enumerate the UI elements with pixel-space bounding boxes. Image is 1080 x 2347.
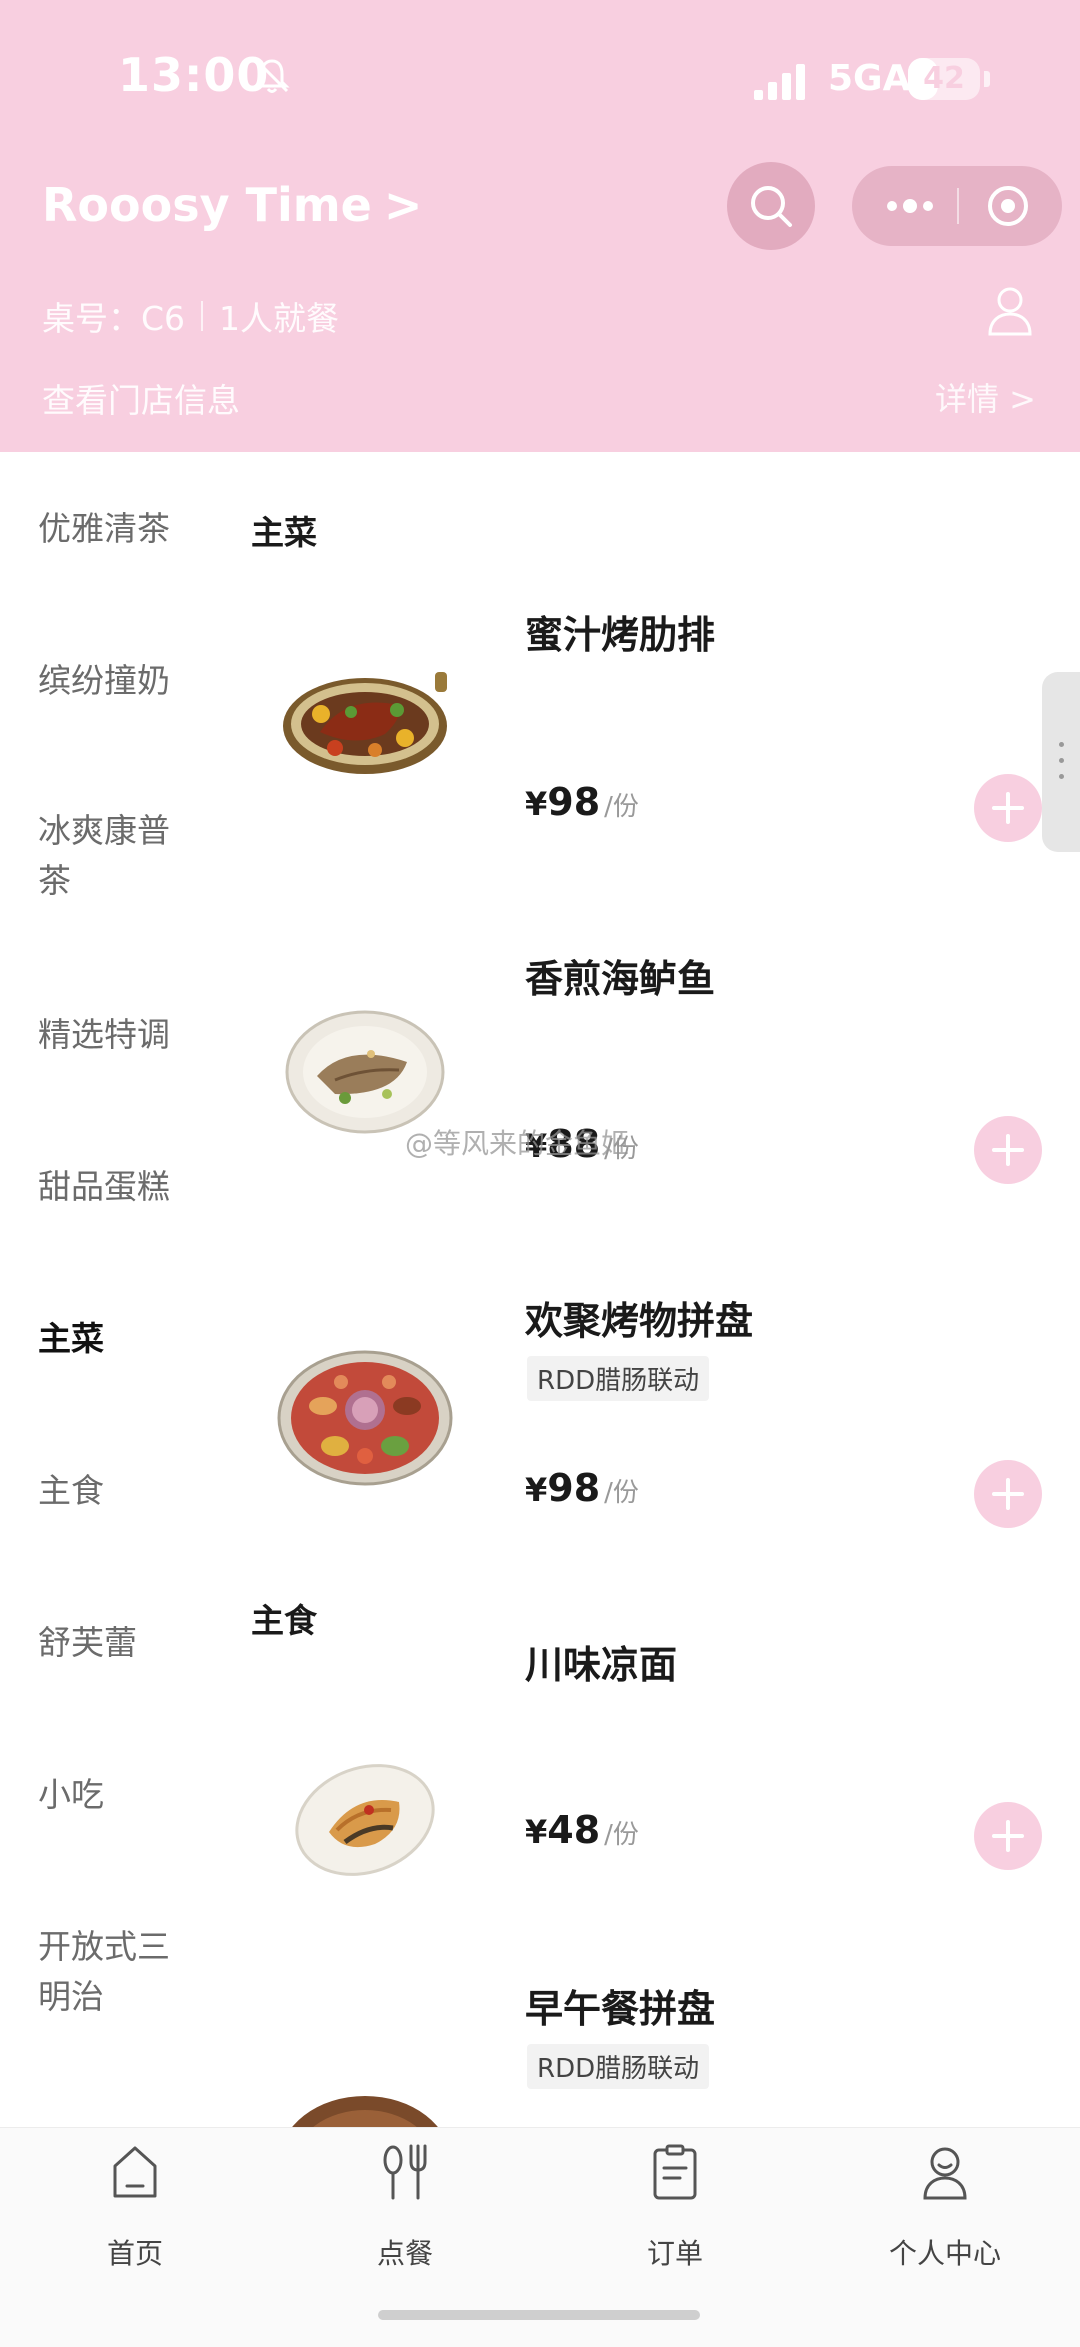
dish-name: 川味凉面 (525, 1643, 678, 1687)
nav-order-food[interactable]: 点餐 (305, 2142, 505, 2292)
side-drawer-handle[interactable] (1042, 672, 1080, 852)
category-youya-tea[interactable]: 优雅清茶 (38, 504, 198, 554)
add-to-cart-button[interactable] (974, 774, 1042, 842)
table-info: 桌号：C6 1人就餐 (42, 292, 339, 340)
details-link[interactable]: 详情 > (935, 374, 1036, 420)
price-unit: /份 (604, 1478, 639, 1508)
price-unit: /份 (604, 792, 639, 822)
dish-name: 欢聚烤物拼盘 (525, 1299, 754, 1343)
store-name: Rooosy Time (42, 178, 372, 232)
nav-label: 订单 (646, 2237, 703, 2270)
price-value: 98 (547, 1466, 601, 1510)
currency-symbol: ¥ (525, 1471, 548, 1509)
ordering-page: 13:00 5GA 42 Rooosy Time > 桌号：C6 1人就餐 查看… (0, 0, 1080, 2347)
miniprogram-capsule (852, 166, 1062, 246)
store-name-link[interactable]: Rooosy Time > (42, 178, 422, 232)
nav-label: 首页 (106, 2237, 163, 2270)
section-title: 主菜 (251, 513, 317, 552)
category-snack[interactable]: 小吃 (38, 1770, 198, 1820)
capsule-divider (957, 188, 959, 224)
close-miniprogram-icon[interactable] (984, 182, 1032, 230)
person-icon (923, 2147, 967, 2200)
home-icon (113, 2146, 157, 2198)
divider (201, 301, 204, 331)
dish-price: ¥98/份 (525, 1466, 639, 1510)
signal-icon (754, 64, 805, 100)
nav-label: 个人中心 (888, 2237, 1001, 2270)
price-value: 98 (547, 780, 601, 824)
party-size: 1人就餐 (219, 299, 340, 338)
dish-image-cold-noodles[interactable] (275, 1748, 455, 1888)
category-special[interactable]: 精选特调 (38, 1010, 198, 1060)
clipboard-icon (653, 2144, 697, 2200)
category-sidebar: 优雅清茶 缤纷撞奶 冰爽康普茶 精选特调 甜品蛋糕 主菜 主食 舒芙蕾 小吃 开… (0, 452, 225, 2127)
currency-symbol: ¥ (525, 1813, 548, 1851)
category-kombucha[interactable]: 冰爽康普茶 (38, 806, 198, 906)
store-info-link[interactable]: 查看门店信息 (42, 374, 240, 422)
nav-label: 点餐 (376, 2237, 433, 2270)
category-souffle[interactable]: 舒芙蕾 (38, 1618, 198, 1668)
menu-list: 主菜 蜜汁烤肋排 ¥98/份 香煎海鲈鱼 ¥88 /份 欢聚烤物拼盘 RDD腊肠… (225, 452, 1080, 2127)
dish-image-grill-platter[interactable] (275, 1348, 455, 1488)
handle-dot (1059, 774, 1064, 779)
nav-home[interactable]: 首页 (35, 2142, 235, 2292)
home-indicator[interactable] (378, 2310, 700, 2320)
price-unit: /份 (604, 1820, 639, 1850)
search-icon (751, 186, 792, 227)
status-bar: 13:00 5GA 42 (0, 0, 1080, 150)
handle-dot (1059, 758, 1064, 763)
network-type: 5GA (828, 58, 911, 99)
category-staple[interactable]: 主食 (38, 1466, 198, 1516)
dish-price: ¥48/份 (525, 1808, 639, 1852)
dish-price: ¥98/份 (525, 780, 639, 824)
status-time: 13:00 (118, 48, 270, 102)
add-to-cart-button[interactable] (974, 1116, 1042, 1184)
more-dots-icon[interactable] (878, 192, 958, 220)
add-to-cart-button[interactable] (974, 1802, 1042, 1870)
price-value: 48 (547, 1808, 601, 1852)
store-header: 13:00 5GA 42 Rooosy Time > 桌号：C6 1人就餐 查看… (0, 0, 1080, 452)
nav-orders[interactable]: 订单 (575, 2142, 775, 2292)
user-icon[interactable] (982, 282, 1038, 338)
dish-name: 蜜汁烤肋排 (525, 613, 716, 657)
category-sandwich[interactable]: 开放式三明治 (38, 1922, 198, 2022)
section-title: 主食 (251, 1601, 317, 1640)
currency-symbol: ¥ (525, 785, 548, 823)
collab-tag: RDD腊肠联动 (527, 1356, 710, 1401)
battery-indicator: 42 (908, 58, 980, 100)
dish-image-ribs[interactable] (275, 652, 455, 792)
category-milk[interactable]: 缤纷撞奶 (38, 656, 198, 706)
category-dessert[interactable]: 甜品蛋糕 (38, 1162, 198, 1212)
battery-level: 42 (923, 61, 965, 96)
collab-tag: RDD腊肠联动 (527, 2044, 710, 2089)
battery-nub (984, 71, 990, 87)
chevron-right-icon: > (383, 178, 423, 232)
utensils-icon (383, 2144, 427, 2200)
dish-name: 早午餐拼盘 (525, 1987, 716, 2031)
nav-profile[interactable]: 个人中心 (845, 2142, 1045, 2292)
dish-image-brunch-platter[interactable] (275, 2092, 455, 2127)
bell-muted-icon (254, 59, 290, 93)
add-to-cart-button[interactable] (974, 1460, 1042, 1528)
search-button[interactable] (727, 162, 815, 250)
dish-name: 香煎海鲈鱼 (525, 957, 716, 1001)
handle-dot (1059, 742, 1064, 747)
watermark: @等风来的金鱼姬 (405, 1127, 630, 1160)
table-number: 桌号：C6 (42, 299, 186, 338)
category-main-dish[interactable]: 主菜 (38, 1314, 198, 1364)
dish-image-sea-bass[interactable] (275, 1002, 455, 1142)
